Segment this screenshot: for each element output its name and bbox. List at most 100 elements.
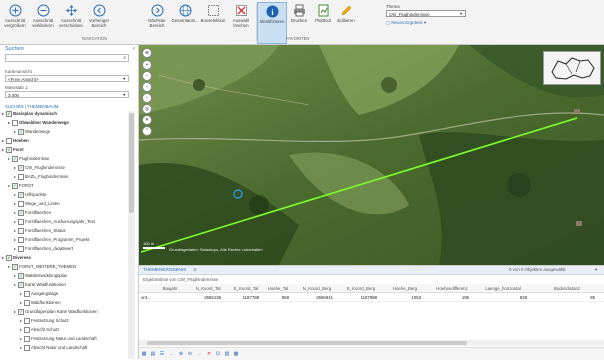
measure-icon[interactable]: ✕ [142, 115, 152, 125]
column-header[interactable]: E_Koord_Berg [341, 286, 381, 291]
panel-tabs[interactable]: SUCHEN | THEMENBAUM [5, 104, 58, 109]
zoom-out-button[interactable]: Ausschnitt verkleinern [30, 2, 56, 42]
overview-map[interactable] [543, 51, 601, 85]
tree-item[interactable]: ▸Wanderwege [14, 129, 50, 135]
layer-checkbox[interactable] [6, 138, 12, 144]
column-header[interactable]: Hoehendifferenz [431, 286, 473, 291]
tree-item[interactable]: ▸Basisplan dynamisch [2, 111, 57, 117]
layer-checkbox[interactable] [6, 111, 12, 117]
tree-item[interactable]: ▸ Wege_und_Linien [14, 201, 60, 207]
layer-checkbox[interactable] [18, 201, 24, 207]
collapse-tools-icon[interactable]: ⌃ [142, 126, 152, 136]
edit-button[interactable]: Editieren [333, 2, 359, 42]
massstab-select[interactable]: 3.000 ▼ [5, 91, 129, 98]
identify-button[interactable]: i Identifizieren [257, 2, 287, 44]
layer-checkbox[interactable] [24, 336, 30, 342]
horizontal-scrollbar[interactable] [139, 340, 604, 346]
export-icon[interactable]: ▦ [141, 351, 147, 357]
layer-checkbox[interactable] [24, 291, 30, 297]
tree-item[interactable]: ▸Forstflaechen [14, 210, 51, 216]
select-icon[interactable]: ⊡ [215, 351, 221, 357]
zoom-out-icon[interactable]: ⊖ [187, 351, 193, 357]
tree-item[interactable]: ▸ Festsetzung Schutz [20, 318, 69, 324]
tree-item[interactable]: ▸ Absicht Natur und Landschaft [20, 345, 87, 351]
layer-checkbox[interactable] [12, 120, 18, 126]
tree-item[interactable]: ▸Grundlagenplan Karte Waldfunktionen [14, 309, 98, 315]
locate-icon[interactable]: ◎ [142, 104, 152, 114]
tree-item[interactable]: ▸Diverses [2, 255, 31, 261]
csv-icon[interactable]: ▧ [224, 351, 230, 357]
scrollbar-thumb[interactable] [147, 341, 467, 345]
layer-checkbox[interactable] [6, 147, 12, 153]
layer-checkbox[interactable] [6, 255, 12, 261]
zoom-in-button[interactable]: Ausschnitt vergrößern [2, 2, 28, 42]
tree-item[interactable]: ▸ Waldfunktionen [20, 300, 60, 306]
column-header[interactable]: Bodendistanz [535, 286, 599, 291]
column-header[interactable]: N_Koord_Tal [191, 286, 225, 291]
layer-checkbox[interactable] [18, 174, 24, 180]
layer-checkbox[interactable] [12, 183, 18, 189]
layer-checkbox[interactable] [12, 156, 18, 162]
scrollbar-thumb[interactable] [129, 113, 134, 213]
tree-scrollbar[interactable] [128, 111, 135, 359]
thema-select[interactable]: CW_Flughindernisse ▼ [386, 10, 466, 17]
tree-item[interactable]: ▸ Hoehen [2, 138, 29, 144]
tree-item[interactable]: ▸Waldentwicklungsplan [14, 273, 67, 279]
tree-item[interactable]: ▸ Forstflaechen_deaktiviert [14, 246, 73, 252]
pan-button[interactable]: Ausschnitt verschieben [58, 2, 84, 42]
tree-item[interactable]: ▸CW_Flughindernisse [14, 165, 65, 171]
tree-item[interactable]: ▸ Forstflaechen_Ausfuerungsjahr_Text [14, 219, 95, 225]
tree-item[interactable]: ▸Karte Waldfunktionen [14, 282, 66, 288]
zoom-out-map-icon[interactable]: − [142, 71, 152, 81]
layer-checkbox[interactable] [18, 210, 24, 216]
column-header[interactable]: Laenge_horizontal [475, 286, 531, 291]
layer-checkbox[interactable] [18, 192, 24, 198]
tree-item[interactable]: ▸ Festsetzung Natur und Landschaft [20, 336, 97, 342]
kartenansicht-select[interactable]: <Freie Ansicht> ▼ [5, 75, 129, 82]
zoom-to-icon[interactable]: ⊕ [178, 351, 184, 357]
tree-item[interactable]: ▸Flughindernisse [8, 156, 49, 162]
layer-checkbox[interactable] [24, 318, 30, 324]
tab-close-icon[interactable]: ⊗ [193, 267, 197, 273]
column-header[interactable]: E_Koord_Tal [229, 286, 263, 291]
chevron-down-icon[interactable]: ▾ [595, 267, 597, 273]
column-header[interactable]: Baujahr [155, 286, 185, 291]
column-header[interactable]: Hoehe_Berg [385, 286, 425, 291]
tab-themenergebnis[interactable]: THEMENERGEBNIS [143, 267, 186, 272]
tree-item[interactable]: ▸ Ausgangslage [20, 291, 58, 297]
search-icon[interactable]: ⌕ [123, 55, 126, 62]
tree-item[interactable]: ▸FORST_WEITERE_THEMEN [8, 264, 76, 270]
layer-checkbox[interactable] [18, 237, 24, 243]
home-icon[interactable]: ⊕ [142, 48, 152, 58]
zoom-in-map-icon[interactable]: + [142, 60, 152, 70]
arrow-left-icon[interactable]: ← [169, 351, 175, 357]
box-selection-button[interactable]: Boxselektion [200, 2, 226, 42]
full-extent-button[interactable]: Gesamtansi... [171, 2, 199, 42]
column-header[interactable]: N_Koord_Berg [297, 286, 337, 291]
layer-checkbox[interactable] [24, 327, 30, 333]
layer-checkbox[interactable] [12, 264, 18, 270]
table-icon[interactable]: ▤ [150, 351, 156, 357]
tree-item[interactable]: ▸ Absicht Schutz [20, 327, 59, 333]
layer-checkbox[interactable] [18, 129, 24, 135]
column-header[interactable]: Hoehe_Tal [263, 286, 293, 291]
tree-item[interactable]: ▸Hilfspunkte [14, 192, 46, 198]
excel-icon[interactable]: ▩ [233, 351, 239, 357]
tree-item[interactable]: ▸ Obwaldner Wanderwege [8, 120, 69, 126]
layer-checkbox[interactable] [24, 345, 30, 351]
layer-checkbox[interactable] [18, 228, 24, 234]
layer-checkbox[interactable] [18, 309, 24, 315]
layer-checkbox[interactable] [18, 165, 24, 171]
collapse-panel-icon[interactable]: ‹ [133, 46, 135, 52]
layer-checkbox[interactable] [18, 219, 24, 225]
tree-item[interactable]: ▸Forst [2, 147, 24, 153]
layer-checkbox[interactable] [18, 246, 24, 252]
new-result-toggle[interactable]: ▢ Neues Ergebnis ▾ [386, 20, 426, 26]
tree-item[interactable]: ▸FORST [8, 183, 34, 189]
search-input[interactable]: ⌕ [5, 54, 129, 62]
tree-item[interactable]: ▸ Forstflaechen_Programm_Projekt [14, 237, 89, 243]
back-map-icon[interactable]: ‹ [142, 82, 152, 92]
tree-item[interactable]: ▸ BAZL_Flughindernisse [14, 174, 68, 180]
arrow-right-icon[interactable]: → [196, 351, 202, 357]
list-icon[interactable]: ☰ [159, 351, 165, 357]
